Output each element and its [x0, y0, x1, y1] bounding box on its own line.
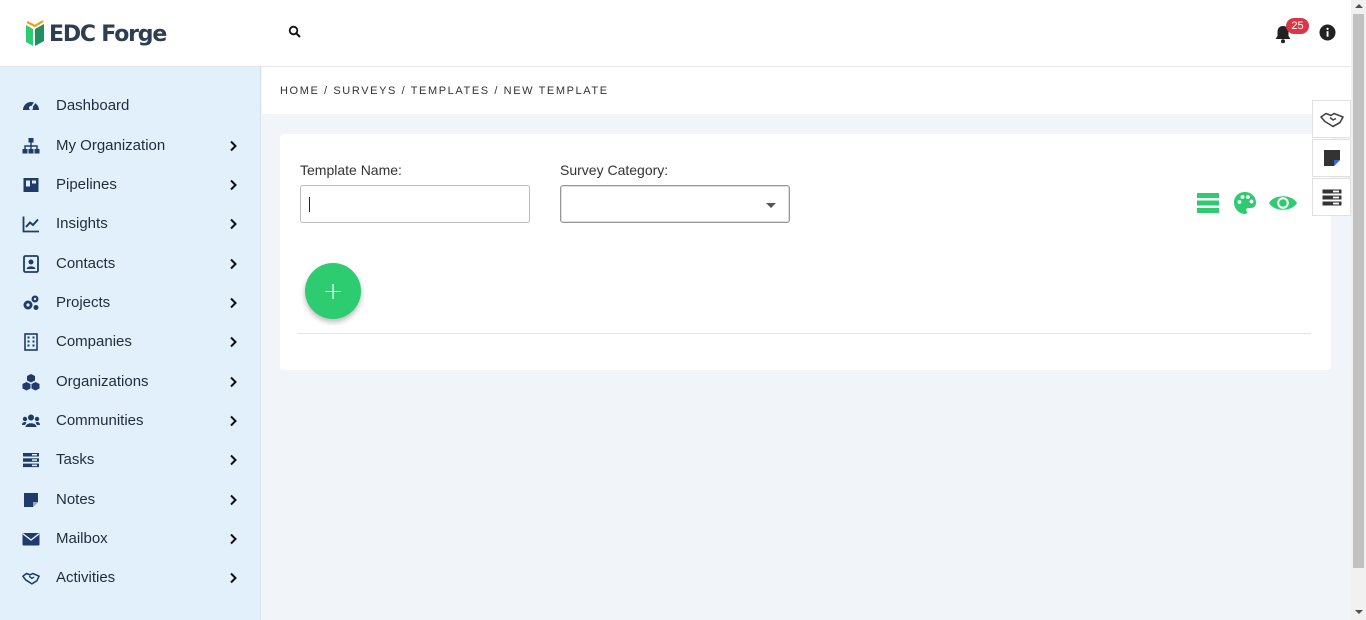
sticky-note-icon: [1323, 150, 1340, 166]
template-name-input[interactable]: [300, 185, 530, 223]
sidebar-item-label: Notes: [56, 491, 96, 508]
sidebar-item-mailbox[interactable]: Mailbox: [0, 519, 261, 558]
vertical-scrollbar[interactable]: [1351, 0, 1366, 620]
pipeline-icon: [21, 175, 41, 195]
sidebar-item-organizations[interactable]: Organizations: [0, 362, 261, 401]
survey-category-select[interactable]: [560, 185, 790, 223]
search-icon[interactable]: [288, 25, 302, 39]
chevron-right-icon: [230, 494, 237, 505]
chevron-right-icon: [230, 297, 237, 308]
sidebar-item-insights[interactable]: Insights: [0, 204, 261, 243]
top-bar: EDC Forge 25: [0, 0, 1351, 67]
scroll-up-arrow-icon[interactable]: [1355, 4, 1363, 8]
logo[interactable]: EDC Forge: [24, 20, 167, 48]
sidebar-item-label: Activities: [56, 569, 116, 586]
text-cursor: [309, 197, 310, 212]
sidebar-item-label: Pipelines: [56, 176, 117, 193]
sidebar-item-my-organization[interactable]: My Organization: [0, 126, 261, 165]
sidebar-item-label: Communities: [56, 412, 144, 429]
chevron-right-icon: [230, 376, 237, 387]
chevron-right-icon: [230, 179, 237, 190]
chevron-right-icon: [230, 572, 237, 583]
tasks-icon: [1322, 189, 1341, 205]
quick-activity-button[interactable]: [1312, 100, 1351, 138]
sidebar-item-pipelines[interactable]: Pipelines: [0, 165, 261, 204]
envelope-icon: [21, 529, 41, 549]
chevron-right-icon: [230, 336, 237, 347]
scroll-down-arrow-icon[interactable]: [1355, 610, 1363, 614]
handshake-icon: [21, 568, 41, 588]
building-icon: [21, 332, 41, 352]
sidebar-item-companies[interactable]: Companies: [0, 322, 261, 361]
template-name-label: Template Name:: [300, 162, 402, 178]
dashboard-icon: [21, 96, 41, 116]
chevron-right-icon: [230, 258, 237, 269]
org-chart-icon: [21, 136, 41, 156]
sticky-note-icon: [21, 490, 41, 510]
cubes-icon: [21, 372, 41, 392]
chevron-right-icon: [230, 218, 237, 229]
info-icon[interactable]: [1319, 24, 1336, 41]
sidebar-item-dashboard[interactable]: Dashboard: [0, 86, 261, 125]
sidebar-item-label: Projects: [56, 294, 111, 311]
sidebar-item-label: Contacts: [56, 255, 116, 272]
sidebar-item-label: Organizations: [56, 373, 149, 390]
chevron-right-icon: [230, 140, 237, 151]
eye-icon[interactable]: [1268, 190, 1298, 216]
add-question-button[interactable]: +: [305, 263, 361, 319]
breadcrumb[interactable]: HOME / SURVEYS / TEMPLATES / NEW TEMPLAT…: [280, 85, 609, 97]
quick-task-button[interactable]: [1312, 178, 1351, 216]
tasks-icon: [21, 450, 41, 470]
logo-text: EDC Forge: [49, 21, 167, 47]
sidebar-item-label: Insights: [56, 215, 108, 232]
handshake-icon: [1319, 112, 1344, 128]
chart-line-icon: [21, 214, 41, 234]
sidebar-item-communities[interactable]: Communities: [0, 401, 261, 440]
sidebar-item-label: Tasks: [56, 451, 95, 468]
template-form-card: Template Name: Survey Category: +: [280, 134, 1331, 370]
quick-actions-panel: [1312, 100, 1351, 216]
logo-mark-icon: [26, 20, 44, 46]
gears-icon: [21, 293, 41, 313]
sidebar-item-notes[interactable]: Notes: [0, 480, 261, 519]
sidebar-item-label: Companies: [56, 333, 132, 350]
contact-card-icon: [21, 254, 41, 274]
sidebar-item-contacts[interactable]: Contacts: [0, 244, 261, 283]
sidebar: Dashboard My Organization Pipelines Insi…: [0, 67, 261, 620]
chevron-right-icon: [230, 533, 237, 544]
dropdown-arrow-icon: [766, 203, 776, 208]
sidebar-item-label: Mailbox: [56, 530, 108, 547]
breadcrumb-bar: HOME / SURVEYS / TEMPLATES / NEW TEMPLAT…: [262, 67, 1351, 114]
sidebar-item-tasks[interactable]: Tasks: [0, 440, 261, 479]
divider: [298, 333, 1311, 334]
quick-note-button[interactable]: [1312, 139, 1351, 177]
sidebar-item-label: Dashboard: [56, 97, 130, 114]
chevron-right-icon: [230, 454, 237, 465]
chevron-right-icon: [230, 415, 237, 426]
scroll-thumb[interactable]: [1353, 14, 1364, 568]
sidebar-item-label: My Organization: [56, 137, 166, 154]
sidebar-item-projects[interactable]: Projects: [0, 283, 261, 322]
sidebar-item-activities[interactable]: Activities: [0, 558, 261, 597]
palette-icon[interactable]: [1233, 190, 1257, 216]
list-layout-icon[interactable]: [1196, 190, 1220, 216]
notification-badge: 25: [1286, 18, 1309, 34]
survey-category-label: Survey Category:: [560, 162, 669, 178]
users-icon: [21, 411, 41, 431]
